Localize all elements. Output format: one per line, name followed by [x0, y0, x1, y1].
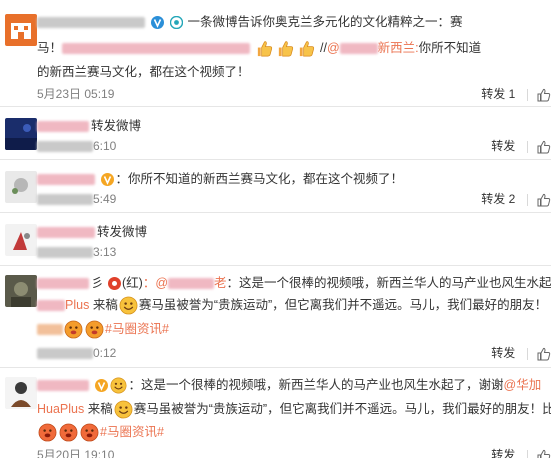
thumbs-up-emoji: [297, 39, 316, 58]
username-suffix: 彡: [91, 276, 104, 290]
like-icon[interactable]: [537, 140, 551, 154]
repost-text: 来稿: [87, 402, 113, 416]
repost-timestamp[interactable]: 3:13: [37, 242, 116, 262]
face-emoji: [64, 320, 83, 339]
repost-item: 转发微博 6:10 转发: [0, 108, 551, 160]
mention-link[interactable]: [37, 300, 65, 312]
divider: [526, 140, 528, 153]
camera-badge-icon: [169, 16, 183, 30]
badge-label: (红): [122, 276, 143, 290]
repost-item: ：你所不知道的新西兰赛马文化，都在这个视频了！ 5:49 转发 2: [0, 161, 551, 213]
repost-text: 来稿: [92, 298, 118, 312]
thumbs-up-emoji: [255, 39, 274, 58]
mention-link[interactable]: @华加: [504, 378, 542, 392]
smile-emoji: [110, 377, 127, 394]
face-emoji: [59, 423, 78, 442]
username[interactable]: [37, 380, 89, 392]
repost-text-line: 马！ //@ 新西兰:你所不知道: [37, 38, 481, 58]
face-emoji: [80, 423, 99, 442]
avatar[interactable]: [5, 171, 37, 203]
repost-timestamp[interactable]: 6:10: [37, 136, 116, 156]
repost-item: 转发微博 3:13: [0, 214, 551, 266]
repost-actions: 转发: [489, 136, 551, 156]
mention-link[interactable]: ：@ 老: [143, 276, 227, 290]
topic-link[interactable]: #马圈资讯#: [105, 322, 169, 336]
mention-link[interactable]: HuaPlus: [37, 402, 84, 416]
smile-emoji: [114, 400, 133, 419]
like-icon[interactable]: [537, 347, 551, 361]
repost-text: 转发微博: [97, 225, 148, 239]
username[interactable]: [37, 17, 145, 29]
hidden-emoji: [37, 324, 63, 336]
username[interactable]: [37, 278, 89, 290]
repost-button[interactable]: 转发 1: [481, 84, 515, 104]
repost-text: 转发微博: [91, 119, 142, 133]
repost-button[interactable]: 转发: [491, 445, 515, 458]
repost-text-line: 彡 (红)：@老：这是一个很棒的视频哦，新西兰华人的马产业也风生水起了，谢谢@: [37, 273, 551, 293]
repost-text: 赛马虽被誉为“贵族运动”，但它离我们并不遥远。马儿，我们最好的朋友！比心: [133, 402, 551, 416]
repost-actions: 转发 1: [479, 84, 551, 104]
repost-item: 一条微博告诉你奥克兰多元化的文化精粹之一：赛 马！ //@ 新西兰:你所不知道 的…: [0, 0, 551, 107]
repost-text: 一条微博告诉你奥克兰多元化的文化精粹之一：赛: [187, 15, 463, 29]
divider: [526, 449, 528, 458]
avatar[interactable]: [5, 377, 37, 409]
repost-item: 彡 (红)：@老：这是一个很棒的视频哦，新西兰华人的马产业也风生水起了，谢谢@ …: [0, 267, 551, 368]
repost-text-line: 转发微博: [37, 116, 141, 136]
repost-actions: 转发 2: [479, 189, 551, 209]
divider: [526, 88, 528, 101]
face-emoji: [85, 320, 104, 339]
repost-timestamp[interactable]: 5月20日 19:10: [37, 445, 114, 458]
repost-text-line: 一条微博告诉你奥克兰多元化的文化精粹之一：赛: [37, 12, 462, 32]
smile-emoji: [119, 296, 138, 315]
repost-text: 赛马虽被誉为“贵族运动”，但它离我们并不遥远。马儿，我们最好的朋友！: [138, 298, 548, 312]
repost-text: ：这是一个很棒的视频哦，新西兰华人的马产业也风生水起了，谢谢@: [226, 276, 551, 290]
username[interactable]: [37, 121, 89, 133]
username[interactable]: [37, 227, 95, 239]
divider: [526, 193, 528, 206]
repost-text-line: #马圈资讯#: [37, 319, 169, 339]
mention-link[interactable]: [62, 43, 251, 55]
repost-item: ：这是一个很棒的视频哦，新西兰华人的马产业也风生水起了，谢谢@华加 HuaPlu…: [0, 369, 551, 458]
repost-text: ：这是一个很棒的视频哦，新西兰华人的马产业也风生水起了，谢谢: [128, 378, 504, 392]
verified-badge-icon: [101, 173, 115, 187]
face-emoji: [38, 423, 57, 442]
repost-button[interactable]: 转发: [491, 136, 515, 156]
repost-text-line: ：这是一个很棒的视频哦，新西兰华人的马产业也风生水起了，谢谢@华加: [37, 375, 541, 395]
red-badge-icon: [108, 277, 121, 291]
username[interactable]: [37, 174, 95, 186]
divider: [526, 347, 528, 360]
topic-link[interactable]: #马圈资讯#: [100, 425, 164, 439]
repost-text: 你所不知道: [418, 41, 482, 55]
verified-badge-icon: [95, 379, 109, 393]
repost-text-line: 的新西兰赛马文化，都在这个视频了！: [37, 62, 250, 82]
repost-text: ：你所不知道的新西兰赛马文化，都在这个视频了！: [115, 172, 403, 186]
repost-text-line: Plus 来稿 赛马虽被誉为“贵族运动”，但它离我们并不遥远。马儿，我们最好的朋友…: [37, 295, 547, 315]
repost-actions: 转发: [489, 343, 551, 363]
repost-timestamp[interactable]: 5:49: [37, 189, 116, 209]
repost-list: 一条微博告诉你奥克兰多元化的文化精粹之一：赛 马！ //@ 新西兰:你所不知道 的…: [0, 0, 551, 458]
repost-timestamp[interactable]: 0:12: [37, 343, 116, 363]
mention-link[interactable]: Plus: [65, 298, 89, 312]
like-icon[interactable]: [537, 449, 551, 458]
verified-badge-icon: [151, 16, 165, 30]
repost-button[interactable]: 转发: [491, 343, 515, 363]
repost-timestamp[interactable]: 5月23日 05:19: [37, 84, 114, 104]
like-icon[interactable]: [537, 88, 551, 102]
repost-text-line: HuaPlus 来稿 赛马虽被誉为“贵族运动”，但它离我们并不遥远。马儿，我们最好…: [37, 399, 551, 419]
repost-text-line: ：你所不知道的新西兰赛马文化，都在这个视频了！: [37, 169, 403, 189]
repost-text: 马！: [37, 41, 63, 55]
thumbs-up-emoji: [276, 39, 295, 58]
like-icon[interactable]: [537, 193, 551, 207]
avatar[interactable]: [5, 14, 37, 46]
mention-link[interactable]: @ 新西兰:: [327, 41, 419, 55]
avatar[interactable]: [5, 275, 37, 307]
repost-text: 的新西兰赛马文化，都在这个视频了！: [37, 65, 250, 79]
repost-separator: //: [319, 41, 327, 55]
avatar[interactable]: [5, 118, 37, 150]
avatar[interactable]: [5, 224, 37, 256]
repost-button[interactable]: 转发 2: [481, 189, 515, 209]
repost-text-line: 转发微博: [37, 222, 147, 242]
repost-actions: 转发: [489, 445, 551, 458]
repost-text-line: #马圈资讯#: [37, 422, 164, 442]
